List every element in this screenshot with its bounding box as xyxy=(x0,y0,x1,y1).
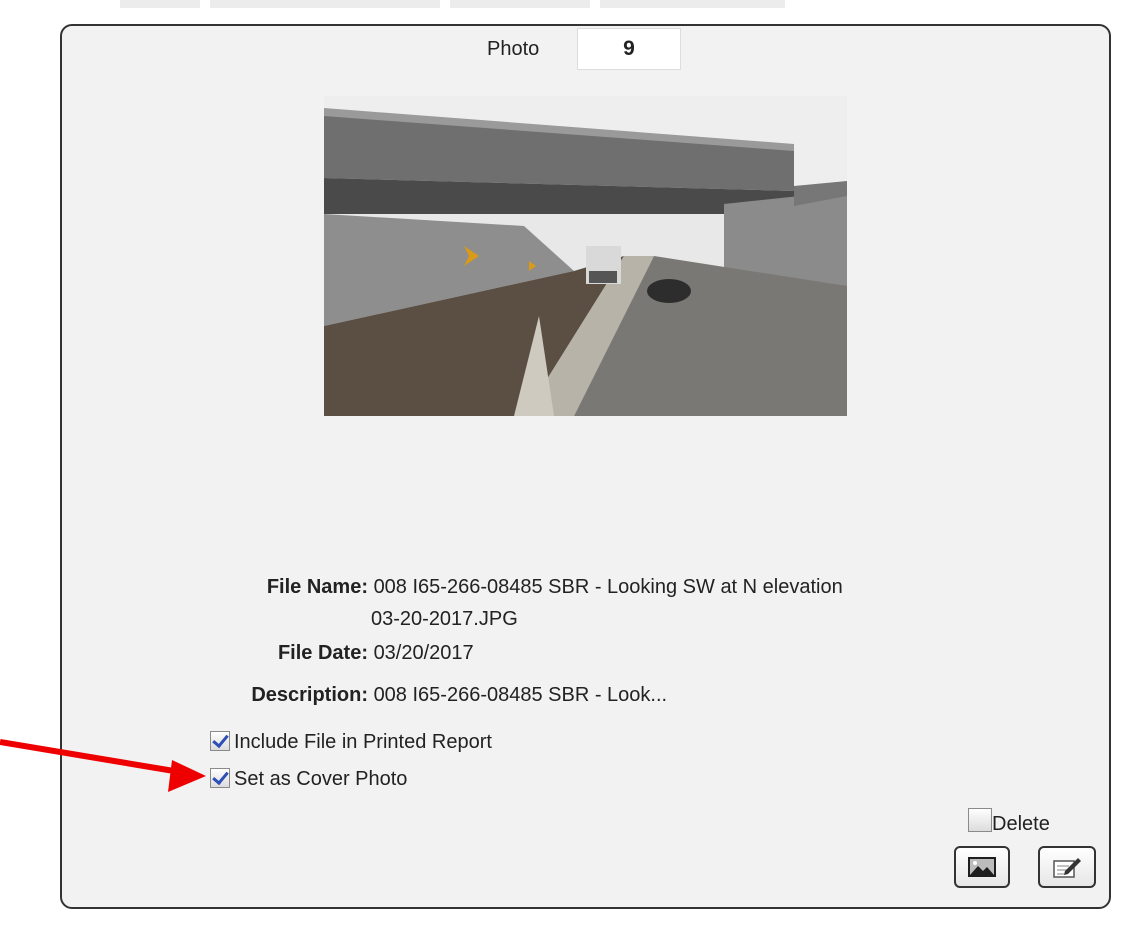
delete-label: Delete xyxy=(992,813,1050,835)
edit-icon xyxy=(1053,858,1081,878)
top-tab-strip xyxy=(450,0,590,8)
description-row: Description: 008 I65-266-08485 SBR - Loo… xyxy=(172,682,667,708)
file-name-value: 008 I65-266-08485 SBR - Looking SW at N … xyxy=(373,576,843,598)
edit-photo-button[interactable] xyxy=(1038,846,1096,888)
include-in-report-option[interactable]: Include File in Printed Report xyxy=(210,731,492,754)
file-name-row: File Name: 008 I65-266-08485 SBR - Looki… xyxy=(172,574,843,600)
delete-checkbox[interactable] xyxy=(968,808,992,832)
top-tab-strip xyxy=(210,0,440,8)
cover-photo-option[interactable]: Set as Cover Photo xyxy=(210,768,407,791)
red-arrow-annotation xyxy=(0,739,206,792)
cover-photo-label: Set as Cover Photo xyxy=(234,768,408,790)
photo-number-field[interactable]: 9 xyxy=(577,28,681,70)
description-value: 008 I65-266-08485 SBR - Look... xyxy=(373,684,668,706)
file-name-value-cont: 03-20-2017.JPG xyxy=(371,608,518,630)
photo-label: Photo xyxy=(487,38,540,60)
include-in-report-label: Include File in Printed Report xyxy=(234,731,492,753)
file-date-value: 03/20/2017 xyxy=(373,642,474,664)
bridge-photo[interactable] xyxy=(324,96,847,416)
delete-option[interactable]: Delete xyxy=(968,808,1050,836)
image-icon xyxy=(968,857,996,877)
view-image-button[interactable] xyxy=(954,846,1010,888)
top-tab-strip xyxy=(600,0,785,8)
